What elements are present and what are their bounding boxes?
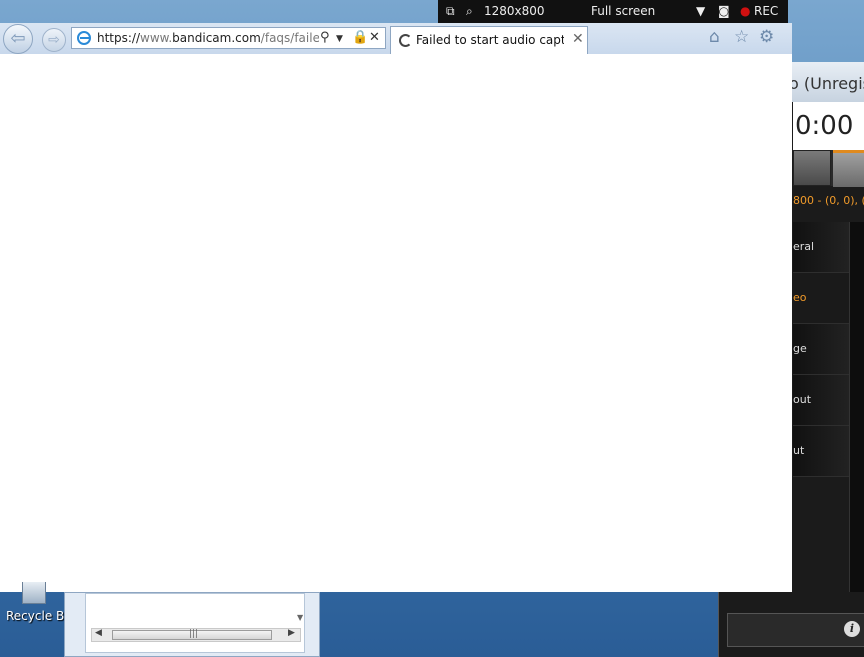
background-app-info-bar: i: [727, 613, 864, 647]
recording-timer: 0:00: [793, 102, 864, 150]
info-icon[interactable]: i: [844, 621, 860, 637]
lock-icon[interactable]: 🔒: [352, 30, 368, 45]
page-content: [0, 54, 792, 592]
resolution-info: 800 - (0, 0), (12: [793, 194, 864, 207]
menu-item-image[interactable]: ge: [793, 324, 849, 375]
capture-mode-label[interactable]: Full screen: [591, 4, 655, 18]
url-scheme: https://: [97, 31, 141, 45]
scroll-left-icon[interactable]: ◀: [95, 628, 102, 638]
gear-icon[interactable]: ⚙: [759, 27, 774, 47]
grip-icon: |||: [189, 629, 199, 639]
site-icon: [77, 31, 91, 45]
tab-close-icon[interactable]: ✕: [572, 31, 584, 47]
browser-tab[interactable]: Failed to start audio captur... ✕: [390, 26, 588, 54]
browser-window: ⇦ ⇨ https://www.bandicam.com/faqs/failed…: [0, 23, 792, 592]
background-app-button-1[interactable]: [793, 150, 831, 186]
recycle-bin-icon: [22, 582, 46, 604]
menu-item-about[interactable]: out: [793, 375, 849, 426]
back-button[interactable]: ⇦: [3, 24, 33, 54]
url-path: /faqs/failed-t: [260, 31, 319, 45]
recycle-bin-label: Recycle Bi: [6, 609, 68, 623]
scroll-right-icon[interactable]: ▶: [288, 628, 295, 638]
background-app-title: o (Unregis: [789, 74, 864, 93]
dropdown-icon[interactable]: ▼: [336, 34, 343, 44]
resolution-label: 1280x800: [484, 4, 545, 18]
forward-arrow-icon: ⇨: [48, 32, 60, 48]
background-app-menu: eral eo ge out ut: [793, 222, 849, 477]
home-icon[interactable]: ⌂: [709, 27, 720, 47]
explorer-pane: [85, 593, 305, 653]
scrollbar-thumb[interactable]: |||: [112, 629, 272, 640]
star-icon[interactable]: ☆: [734, 27, 749, 47]
background-app-panel: [849, 222, 864, 592]
camera-icon[interactable]: ◙: [718, 4, 730, 18]
forward-button[interactable]: ⇨: [42, 28, 66, 52]
background-app-button-row: [793, 150, 864, 187]
recycle-bin[interactable]: Recycle Bi: [0, 582, 68, 657]
tab-title: Failed to start audio captur...: [416, 33, 564, 47]
search-icon[interactable]: ⌕: [466, 4, 473, 19]
url-host-prefix: www.: [140, 31, 173, 45]
url-host: bandicam.com: [172, 31, 261, 45]
address-bar[interactable]: https://www.bandicam.com/faqs/failed-t ⚲…: [71, 27, 386, 49]
back-arrow-icon: ⇦: [10, 28, 26, 49]
chevron-down-icon[interactable]: ▼: [696, 4, 705, 18]
recording-toolbar: ⧉ ⌕ 1280x800 Full screen ▼ ◙ ● REC: [438, 0, 788, 24]
menu-item-output[interactable]: ut: [793, 426, 849, 477]
loading-spinner-icon: [399, 34, 412, 47]
menu-item-general[interactable]: eral: [793, 222, 849, 273]
background-app-button-2[interactable]: [833, 150, 864, 187]
rec-button[interactable]: REC: [754, 4, 778, 18]
scroll-down-icon[interactable]: ▼: [297, 613, 303, 622]
window-mode-icon[interactable]: ⧉: [446, 4, 455, 19]
record-dot-icon: ●: [740, 4, 751, 18]
horizontal-scrollbar[interactable]: ◀ ||| ▶: [91, 628, 301, 642]
browser-toolbar: ⇦ ⇨ https://www.bandicam.com/faqs/failed…: [0, 23, 792, 55]
explorer-window: ▼ ◀ ||| ▶: [64, 592, 320, 657]
search-icon[interactable]: ⚲: [320, 30, 330, 45]
address-url[interactable]: https://www.bandicam.com/faqs/failed-t: [97, 31, 319, 45]
stop-icon[interactable]: ✕: [369, 30, 380, 45]
menu-item-video[interactable]: eo: [793, 273, 849, 324]
